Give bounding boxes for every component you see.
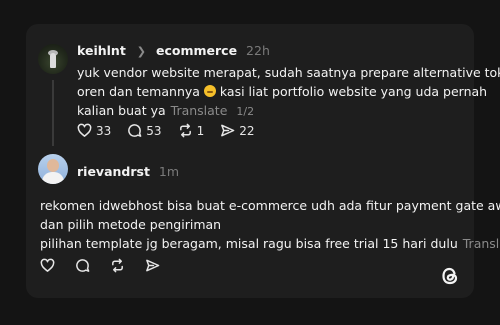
share-icon [146,259,160,272]
reply-actions [40,258,180,273]
avatar-rievandrst[interactable] [38,154,68,184]
reply-line-1: rekomen idwebhost bisa buat e-commerce u… [40,198,500,213]
reply-comment-button[interactable] [75,258,90,273]
share-count: 22 [239,123,255,138]
threads-logo-icon[interactable] [440,266,460,286]
chevron-right-icon: ❯ [136,45,147,58]
repost-count: 1 [196,123,205,138]
heart-icon [77,123,92,137]
post-actions: 33 53 1 22 [77,123,270,138]
post-username[interactable]: keihlnt [77,43,126,58]
repost-button[interactable]: 1 [178,123,205,138]
reply-like-button[interactable] [40,258,55,273]
like-button[interactable]: 33 [77,123,111,138]
like-count: 33 [96,123,112,138]
post-community[interactable]: ecommerce [156,43,237,58]
post-translate-link[interactable]: Translate [171,103,228,118]
reply-share-button[interactable] [145,258,160,273]
post-line-3: kalian buat ya Translate 1/2 [77,103,255,118]
smirk-emoji-icon [203,85,216,97]
thread-line [52,80,54,146]
post-body: yuk vendor website merapat, sudah saatny… [77,63,500,121]
post-line-1: yuk vendor website merapat, sudah saatny… [77,65,500,80]
comment-count: 53 [146,123,162,138]
reply-repost-button[interactable] [110,258,125,273]
reply-header: rievandrst 1m [77,164,179,179]
reply-username[interactable]: rievandrst [77,164,150,179]
post-pager: 1/2 [236,105,255,118]
repost-icon [112,258,123,273]
comment-icon [76,259,90,272]
reply-line-3: pilihan template jg beragam, misal ragu … [40,234,500,253]
heart-icon [40,258,55,272]
share-button[interactable]: 22 [220,123,254,138]
comment-icon [128,124,142,137]
reply-line-2: dan pilih metode pengiriman [40,217,222,232]
avatar-keihlnt[interactable] [38,44,68,74]
comment-button[interactable]: 53 [127,123,162,138]
post-header: keihlnt ❯ ecommerce 22h [77,43,270,58]
reply-body: rekomen idwebhost bisa buat e-commerce u… [40,196,500,253]
reply-translate-link[interactable]: Translate [463,236,500,251]
repost-icon [179,123,191,138]
post-line-2: oren dan temannya kasi liat portfolio we… [77,84,488,99]
reply-time: 1m [158,164,180,179]
share-icon [221,124,235,137]
post-time: 22h [246,43,270,58]
